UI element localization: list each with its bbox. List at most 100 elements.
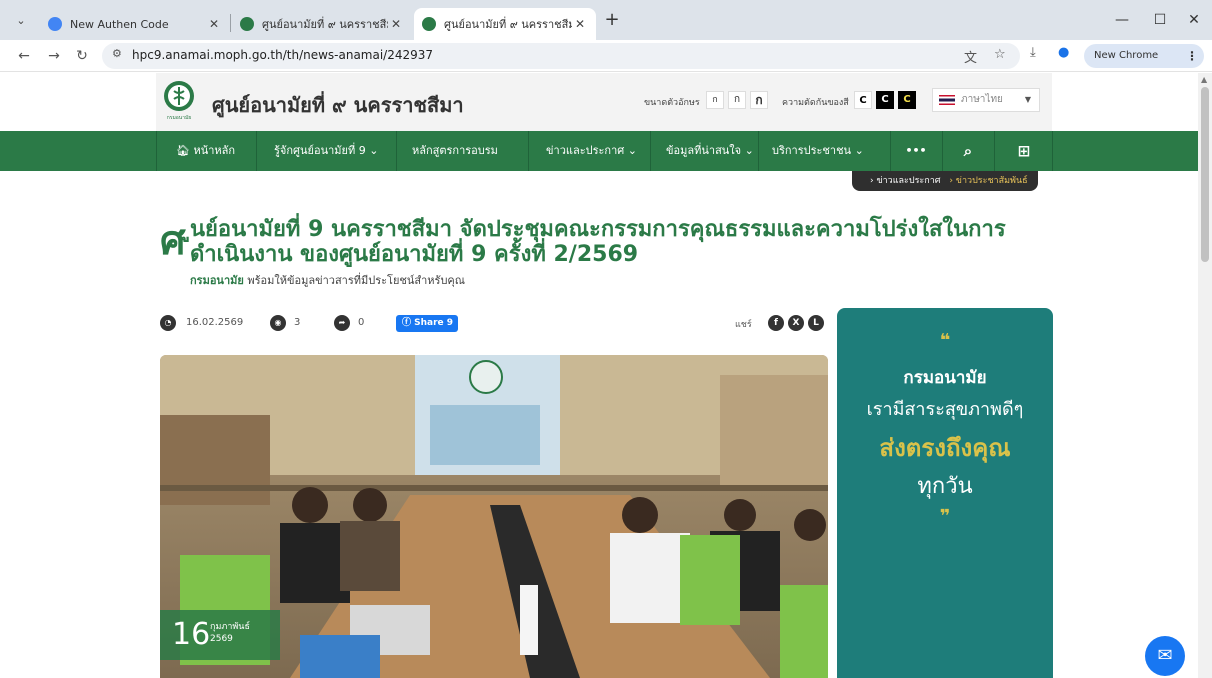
breadcrumb-news[interactable]: › ข่าวและประกาศ — [870, 176, 940, 186]
language-value: ภาษาไทย — [961, 94, 1003, 105]
nav-divider — [758, 131, 759, 171]
chevron-down-icon: ⌄ — [369, 144, 379, 157]
font-size-large-button[interactable]: ก — [750, 91, 768, 109]
nav-item-news[interactable]: ข่าวและประกาศ ⌄ — [546, 131, 637, 171]
minimize-icon[interactable]: — — [1104, 8, 1140, 32]
nav-more-button[interactable]: ••• — [896, 131, 936, 171]
publish-date: 16.02.2569 — [186, 317, 244, 328]
nav-divider — [396, 131, 397, 171]
nav-item-home[interactable]: 🏠︎ หน้าหลัก — [176, 131, 235, 171]
nav-divider — [156, 131, 157, 171]
nav-item-services[interactable]: บริการประชาชน ⌄ — [772, 131, 864, 171]
nav-label: หลักสูตรการอบรม — [412, 144, 498, 157]
tab-label: New Authen Code — [70, 17, 169, 31]
tab-hpc9-news[interactable]: ศูนย์อนามัยที่ ๙ นครราชสีมา | ข่าวป ✕ — [414, 8, 596, 40]
address-bar[interactable]: ⚙ hpc9.anamai.moph.go.th/th/news-anamai/… — [102, 43, 1020, 69]
contrast-normal-button[interactable]: C — [854, 91, 872, 109]
download-icon[interactable]: ⤓ — [1030, 45, 1036, 60]
chevron-down-icon: ⌄ — [744, 144, 754, 157]
breadcrumb-pr-news[interactable]: › ข่าวประชาสัมพันธ์ — [949, 176, 1027, 186]
x-twitter-icon[interactable]: X — [788, 315, 804, 331]
nav-label: ข่าวและประกาศ — [546, 144, 625, 157]
main-navigation: 🏠︎ หน้าหลัก รู้จักศูนย์อนามัยที่ 9 ⌄ หลั… — [0, 131, 1198, 171]
tab-favicon-icon — [240, 17, 254, 31]
nav-item-about[interactable]: รู้จักศูนย์อนามัยที่ 9 ⌄ — [274, 131, 378, 171]
tab-hpc9-home[interactable]: ศูนย์อนามัยที่ ๙ นครราชสีมา | หน้าห ✕ — [232, 8, 412, 40]
share-count: 0 — [358, 317, 365, 328]
contrast-dark-button[interactable]: C — [876, 91, 894, 109]
bookmark-star-icon[interactable]: ☆ — [994, 47, 1006, 62]
scroll-up-icon[interactable]: ▲ — [1201, 75, 1207, 84]
page-scrollbar[interactable]: ▲ — [1198, 73, 1212, 678]
nav-divider — [1052, 131, 1053, 171]
maximize-icon[interactable]: ☐ — [1142, 8, 1178, 32]
font-size-label: ขนาดตัวอักษร — [644, 98, 700, 108]
scroll-thumb[interactable] — [1201, 87, 1209, 262]
browser-toolbar: ← → ↻ ⚙ hpc9.anamai.moph.go.th/th/news-a… — [0, 40, 1212, 85]
nav-divider — [256, 131, 257, 171]
nav-divider — [528, 131, 529, 171]
sitemap-icon[interactable]: ⊞ — [1004, 131, 1044, 171]
contrast-yellow-button[interactable]: C — [898, 91, 916, 109]
contrast-label: ความตัดกันของสี — [782, 98, 849, 108]
nav-label: ข้อมูลที่น่าสนใจ — [666, 144, 742, 157]
open-quote-icon: ❝ — [939, 330, 951, 351]
new-chrome-available-button[interactable]: New Chrome available ⋮ — [1084, 44, 1204, 85]
nav-item-courses[interactable]: หลักสูตรการอบรม — [412, 131, 498, 171]
subtitle-brand: กรมอนามัย — [190, 274, 244, 287]
site-title[interactable]: ศูนย์อนามัยที่ ๙ นครราชสีมา — [212, 89, 464, 121]
nav-divider — [994, 131, 995, 171]
title-initial: ศ — [160, 218, 186, 264]
chevron-down-icon: ⌄ — [627, 144, 637, 157]
tab-new-authen-code[interactable]: New Authen Code ✕ — [40, 8, 230, 40]
share-label: แชร์ — [735, 320, 752, 330]
nav-label: บริการประชาชน — [772, 144, 852, 157]
tab-search-chevron-icon[interactable]: ⌄ — [10, 10, 32, 32]
close-icon[interactable]: ✕ — [206, 17, 222, 31]
nav-label: หน้าหลัก — [193, 144, 236, 157]
site-info-icon[interactable]: ⚙ — [112, 47, 122, 60]
reload-icon[interactable]: ↻ — [70, 44, 94, 68]
breadcrumb: › ข่าวและประกาศ › ข่าวประชาสัมพันธ์ — [852, 171, 1038, 191]
close-icon[interactable]: ✕ — [388, 17, 404, 31]
article-photo: 16 กุมภาพันธ์ 2569 — [160, 355, 828, 678]
share-arrow-icon: ➦ — [334, 315, 350, 331]
messenger-chat-icon[interactable]: ✉ — [1145, 636, 1185, 676]
tab-favicon-icon — [48, 17, 62, 31]
search-icon[interactable]: ⌕ — [948, 131, 988, 171]
facebook-icon: ⓕ — [402, 318, 415, 328]
subtitle-text: พร้อมให้ข้อมูลข่าวสารที่มีประโยชน์สำหรับ… — [243, 274, 465, 287]
tab-divider — [230, 14, 231, 32]
translate-icon[interactable]: 文 — [964, 47, 977, 66]
font-size-medium-button[interactable]: ก — [728, 91, 746, 109]
nav-label: รู้จักศูนย์อนามัยที่ 9 — [274, 144, 366, 157]
chevron-down-icon: ▼ — [1024, 95, 1031, 104]
quote-line-4: ทุกวัน — [917, 474, 973, 499]
quote-line-1: กรมอนามัย — [903, 368, 987, 388]
tab-label: ศูนย์อนามัยที่ ๙ นครราชสีมา | ข่าวป — [444, 18, 572, 31]
eye-icon: ◉ — [270, 315, 286, 331]
quote-line-3: ส่งตรงถึงคุณ — [879, 434, 1011, 462]
font-size-small-button[interactable]: ก — [706, 91, 724, 109]
nav-item-info[interactable]: ข้อมูลที่น่าสนใจ ⌄ — [666, 131, 754, 171]
quote-banner: ❝ กรมอนามัย เรามีสาระสุขภาพดีๆ ส่งตรงถึง… — [837, 308, 1053, 678]
language-select[interactable]: ภาษาไทย ▼ — [932, 88, 1040, 112]
more-menu-icon[interactable]: ⋮ — [1186, 44, 1198, 68]
forward-arrow-icon[interactable]: → — [42, 44, 66, 68]
site-header: กรมอนามัย ศูนย์อนามัยที่ ๙ นครราชสีมา ขน… — [156, 73, 1052, 131]
line-icon[interactable]: L — [808, 315, 824, 331]
article-meta-row: ◔ 16.02.2569 ◉ 3 ➦ 0 ⓕ Share 9 แชร์ f X … — [160, 313, 828, 335]
back-arrow-icon[interactable]: ← — [12, 44, 36, 68]
facebook-icon[interactable]: f — [768, 315, 784, 331]
new-tab-button[interactable]: + — [600, 10, 624, 32]
share-button-label: Share 9 — [414, 318, 454, 328]
department-logo[interactable]: กรมอนามัย — [162, 79, 196, 123]
close-icon[interactable]: ✕ — [572, 17, 588, 31]
facebook-share-button[interactable]: ⓕ Share 9 — [396, 315, 458, 332]
window-close-icon[interactable]: ✕ — [1176, 8, 1212, 32]
tab-favicon-icon — [422, 17, 436, 31]
nav-divider — [650, 131, 651, 171]
profile-avatar-icon[interactable]: ● — [1058, 45, 1069, 60]
article-title: ูนย์อนามัยที่ 9 นครราชสีมา จัดประชุมคณะก… — [190, 217, 1006, 267]
badge-day: 16 — [172, 617, 211, 652]
